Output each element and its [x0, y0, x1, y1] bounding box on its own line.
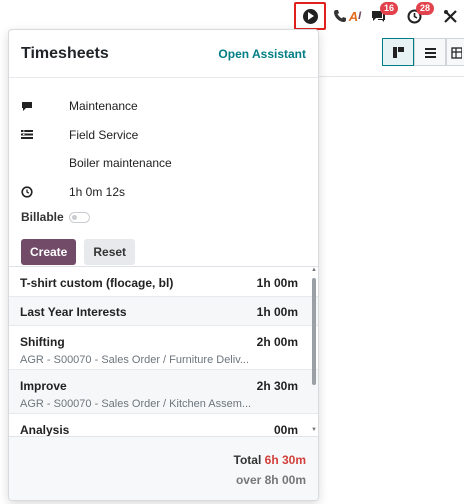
- timesheets-popover: Timesheets Open Assistant Maintenance Fi…: [8, 29, 319, 501]
- duration-row[interactable]: 1h 0m 12s: [21, 178, 306, 207]
- entry-title: Last Year Interests: [20, 305, 127, 319]
- reset-button[interactable]: Reset: [84, 239, 136, 265]
- scroll-thumb[interactable]: [312, 278, 316, 385]
- list-item[interactable]: Last Year Interests 1h 00m: [9, 297, 318, 326]
- total-label: Total: [233, 453, 262, 467]
- form-buttons: Create Reset: [21, 239, 306, 265]
- entry-time: 1h 00m: [256, 305, 298, 319]
- description-field[interactable]: Maintenance: [69, 99, 138, 113]
- entry-title: Analysis: [20, 423, 70, 436]
- activities-badge: 28: [416, 2, 435, 15]
- kanban-icon: [392, 46, 404, 58]
- billable-toggle[interactable]: [69, 211, 90, 223]
- grid-view-button[interactable]: [446, 38, 464, 66]
- list-item[interactable]: Shifting 2h 00m AGR - S00070 - Sales Orde…: [9, 326, 318, 370]
- timer-start-button[interactable]: [294, 2, 326, 30]
- scroll-up-icon[interactable]: ▲: [311, 267, 317, 273]
- entry-title: Improve: [20, 379, 67, 393]
- billable-label: Billable: [21, 210, 64, 224]
- entry-subtitle: AGR - S00070 - Sales Order / Kitchen Ass…: [20, 398, 252, 410]
- task-row[interactable]: Boiler maintenance: [21, 149, 306, 178]
- tools-icon[interactable]: [440, 5, 460, 27]
- billable-row: Billable: [21, 207, 306, 227]
- list-item[interactable]: T-shirt custom (flocage, bl) 1h 00m: [9, 267, 318, 297]
- create-button[interactable]: Create: [21, 239, 77, 265]
- task-field[interactable]: Boiler maintenance: [69, 156, 172, 170]
- scroll-down-icon[interactable]: ▼: [311, 427, 317, 433]
- messages-button[interactable]: 16: [368, 2, 399, 27]
- open-assistant-link[interactable]: Open Assistant: [218, 47, 306, 61]
- popover-title: Timesheets: [21, 44, 109, 62]
- view-switcher: [382, 38, 464, 66]
- entry-title: Shifting: [20, 335, 65, 349]
- project-row[interactable]: Field Service: [21, 121, 306, 150]
- ai-icon[interactable]: AI: [346, 5, 364, 27]
- list-icon: [424, 47, 436, 58]
- top-navbar: AI 16 28: [0, 0, 464, 32]
- entry-time: 00m: [273, 423, 298, 436]
- entry-time: 1h 00m: [256, 276, 298, 290]
- list-item[interactable]: Analysis 00m: [9, 414, 318, 436]
- total-line: Total 6h 30m: [9, 453, 306, 467]
- timesheet-list: T-shirt custom (flocage, bl) 1h 00m Last …: [9, 266, 318, 436]
- list-item[interactable]: Improve 2h 30m AGR - S00070 - Sales Order…: [9, 370, 318, 414]
- entry-title: T-shirt custom (flocage, bl): [20, 276, 174, 290]
- list-view-button[interactable]: [414, 38, 446, 66]
- total-value: 6h 30m: [264, 453, 306, 467]
- comment-icon: [21, 101, 69, 112]
- popover-footer: Total 6h 30m over 8h 00m: [9, 436, 318, 500]
- activities-button[interactable]: 28: [404, 2, 435, 27]
- over-text: over 8h 00m: [235, 473, 306, 487]
- entry-time: 2h 30m: [256, 379, 298, 393]
- stopwatch-icon: [21, 186, 69, 198]
- duration-field[interactable]: 1h 0m 12s: [69, 185, 125, 199]
- kanban-view-button[interactable]: [382, 38, 414, 66]
- entry-time: 2h 00m: [256, 335, 298, 349]
- list-scrollbar[interactable]: ▲ ▼: [311, 267, 317, 433]
- background-divider: [318, 76, 464, 77]
- play-icon: [302, 8, 318, 24]
- project-icon: [21, 129, 69, 140]
- description-row[interactable]: Maintenance: [21, 92, 306, 121]
- timesheet-form: Maintenance Field Service Boiler mainten…: [9, 78, 318, 265]
- messages-badge: 16: [380, 2, 399, 15]
- grid-icon: [451, 46, 462, 59]
- popover-header: Timesheets Open Assistant: [9, 30, 318, 78]
- entry-subtitle: AGR - S00070 - Sales Order / Furniture D…: [20, 354, 250, 366]
- project-field[interactable]: Field Service: [69, 128, 138, 142]
